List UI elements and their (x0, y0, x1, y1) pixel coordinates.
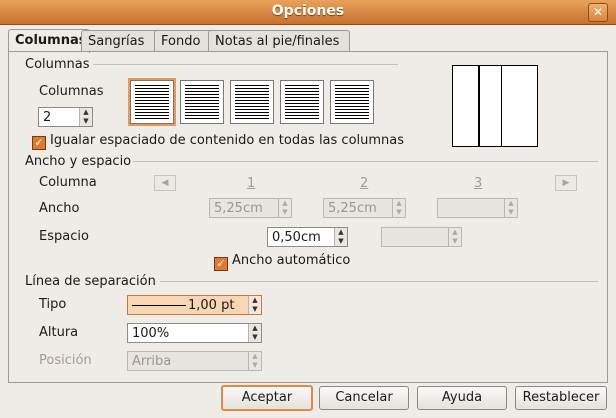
spacing-label: Espacio (39, 229, 89, 244)
spin-arrows-icon[interactable]: ▲ ▼ (392, 199, 405, 217)
cancel-button[interactable]: Cancelar (319, 386, 409, 410)
preset-2-columns[interactable] (180, 80, 224, 124)
close-icon[interactable]: ✕ (588, 3, 608, 22)
position-select[interactable]: Arriba ▲ ▼ (127, 351, 262, 371)
spin-arrows-icon[interactable]: ▲ ▼ (448, 228, 461, 246)
tab-columnas[interactable]: Columnas (8, 29, 90, 53)
width-label: Ancho (39, 201, 80, 216)
help-button[interactable]: Ayuda (417, 386, 507, 410)
columns-value: 2 (43, 110, 52, 125)
columns-spinner[interactable]: 2 ▲ ▼ (38, 107, 93, 127)
columns-section-title: Columnas (25, 57, 90, 72)
width-col2-value: 5,25cm (328, 201, 377, 216)
auto-width-checkbox[interactable]: ✓ (214, 257, 228, 271)
tab-notas[interactable]: Notas al pie/finales (208, 30, 350, 52)
width-col2-spinner[interactable]: 5,25cm ▲ ▼ (323, 198, 406, 218)
position-label: Posición (39, 353, 92, 368)
spin-arrows-icon[interactable]: ▲ ▼ (334, 228, 347, 246)
equal-spacing-label: Igualar espaciado de contenido en todas … (50, 133, 405, 148)
columns-label: Columnas (39, 84, 104, 99)
width-spacing-title: Ancho y espacio (25, 154, 132, 169)
column-preview (452, 65, 538, 147)
spin-arrows-icon[interactable]: ▲ ▼ (79, 108, 92, 126)
column-number-3: 3 (474, 176, 483, 191)
height-spinner[interactable]: 100% ▲ ▼ (127, 323, 262, 343)
ok-button[interactable]: Aceptar (221, 385, 313, 411)
tab-sangrias[interactable]: Sangrías (81, 30, 159, 52)
spacing-2-spinner[interactable]: ▲ ▼ (381, 227, 462, 247)
spin-arrows-icon[interactable]: ▲ ▼ (278, 199, 291, 217)
spacing-1-value: 0,50cm (272, 230, 321, 245)
line-type-value: 1,00 pt (188, 298, 235, 313)
tab-fondo[interactable]: Fondo (154, 30, 215, 52)
scroll-left-icon[interactable]: ◀ (154, 175, 176, 191)
auto-width-label: Ancho automático (232, 253, 351, 268)
spin-arrows-icon[interactable]: ▲ ▼ (248, 352, 261, 370)
window-title: Opciones (271, 3, 345, 19)
preset-1-column[interactable] (128, 78, 176, 126)
width-col1-spinner[interactable]: 5,25cm ▲ ▼ (209, 198, 292, 218)
divider (133, 161, 598, 162)
divider (93, 64, 398, 65)
column-number-2: 2 (360, 176, 369, 191)
height-value: 100% (132, 326, 170, 341)
spacing-1-spinner[interactable]: 0,50cm ▲ ▼ (267, 227, 348, 247)
equal-spacing-checkbox[interactable]: ✓ (32, 136, 46, 150)
divider (160, 281, 598, 282)
column-number-1: 1 (247, 176, 256, 191)
column-label: Columna (39, 175, 97, 190)
spin-arrows-icon[interactable]: ▲ ▼ (504, 199, 517, 217)
type-label: Tipo (39, 297, 67, 312)
height-label: Altura (39, 325, 79, 340)
preset-3-columns[interactable] (230, 80, 274, 124)
line-sample (132, 305, 186, 306)
width-col3-spinner[interactable]: ▲ ▼ (437, 198, 518, 218)
separator-title: Línea de separación (25, 274, 156, 289)
preset-right-wide[interactable] (330, 80, 374, 124)
spin-arrows-icon[interactable]: ▲ ▼ (248, 296, 261, 314)
position-value: Arriba (132, 354, 172, 369)
reset-button[interactable]: Restablecer (515, 386, 607, 410)
line-type-select[interactable]: 1,00 pt ▲ ▼ (127, 295, 262, 315)
spin-arrows-icon[interactable]: ▲ ▼ (248, 324, 261, 342)
preset-left-wide[interactable] (280, 80, 324, 124)
scroll-right-icon[interactable]: ▶ (555, 175, 577, 191)
width-col1-value: 5,25cm (214, 201, 263, 216)
